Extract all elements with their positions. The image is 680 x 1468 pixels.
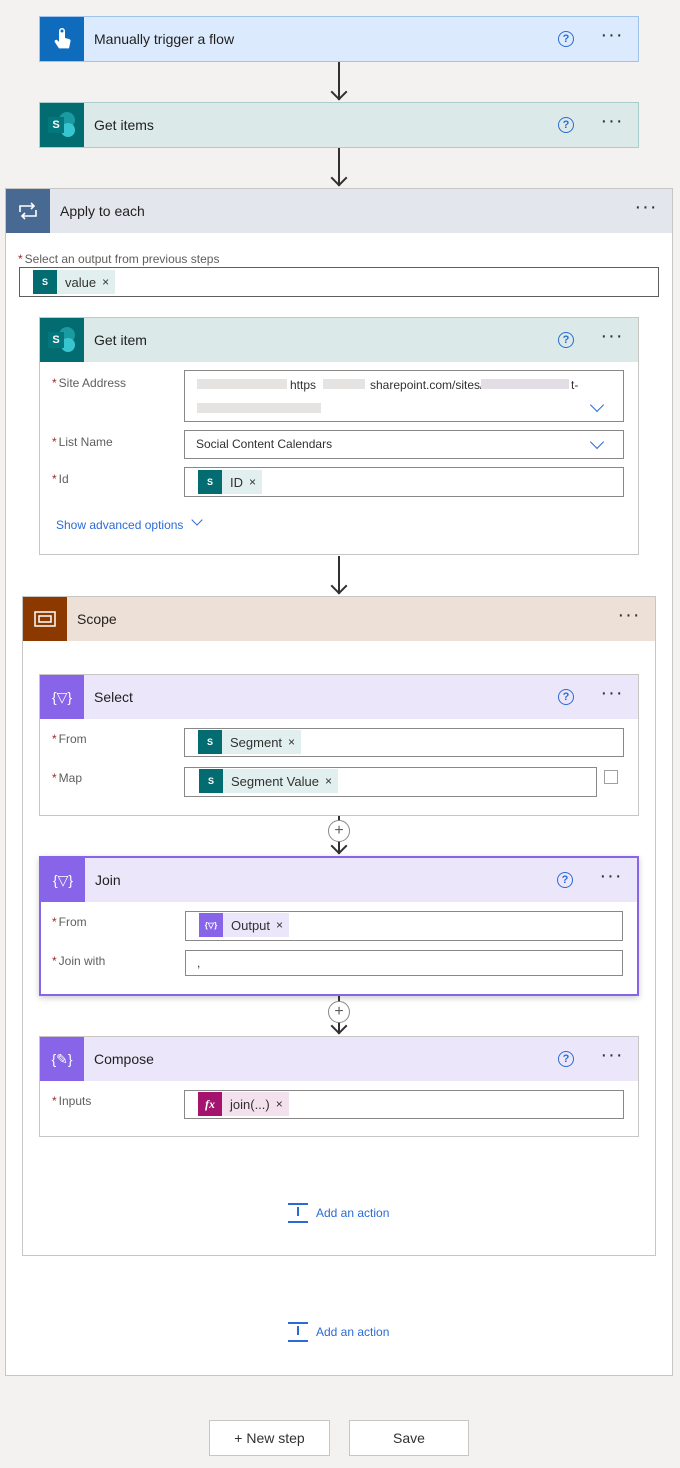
scope-title: Scope [77, 611, 117, 627]
remove-token-icon[interactable]: × [249, 475, 256, 489]
data-operation-icon: {▽} [40, 675, 84, 719]
get-items-card[interactable]: S Get items ? ··· [39, 102, 639, 148]
sharepoint-icon: S [198, 730, 222, 754]
segment-value-token[interactable]: S Segment Value × [199, 769, 338, 793]
site-value-a: https [290, 378, 317, 392]
output-token[interactable]: {▽} Output × [199, 913, 290, 937]
select-output-label: * Select an output from previous steps [18, 252, 220, 266]
new-step-button[interactable]: + New step [209, 1420, 330, 1456]
more-options-icon[interactable]: ··· [593, 866, 629, 889]
list-name-value: Social Content Calendars [196, 437, 333, 451]
redacted-text [323, 379, 365, 389]
output-token-label: Output [231, 917, 271, 933]
more-options-icon[interactable]: ··· [594, 326, 630, 349]
more-options-icon[interactable]: ··· [594, 1045, 630, 1068]
arrow-head-icon [330, 169, 348, 187]
join-title: Join [95, 872, 121, 888]
switch-map-mode-icon[interactable] [604, 770, 618, 784]
apply-to-each-title: Apply to each [60, 203, 145, 219]
more-options-icon[interactable]: ··· [611, 605, 647, 628]
sharepoint-icon: S [199, 769, 223, 793]
join-with-field[interactable] [185, 950, 623, 976]
add-action-icon [288, 1203, 308, 1223]
help-icon[interactable]: ? [558, 117, 574, 133]
get-item-title: Get item [94, 332, 147, 348]
id-token[interactable]: S ID × [198, 470, 263, 494]
compose-icon: {✎} [40, 1037, 84, 1081]
remove-token-icon[interactable]: × [325, 774, 332, 788]
segment-token[interactable]: S Segment × [198, 730, 302, 754]
sharepoint-icon: S [40, 318, 84, 362]
add-action-button[interactable]: Add an action [288, 1203, 389, 1223]
expression-token-label: join(...) [230, 1096, 270, 1112]
redacted-text [481, 379, 569, 389]
help-icon[interactable]: ? [558, 332, 574, 348]
value-token[interactable]: S value × [33, 270, 116, 294]
more-options-icon[interactable]: ··· [594, 25, 630, 48]
add-action-label: Add an action [316, 1325, 390, 1339]
segment-value-token-label: Segment Value [231, 773, 319, 789]
function-icon: fx [198, 1092, 222, 1116]
more-options-icon[interactable]: ··· [594, 683, 630, 706]
expression-token[interactable]: fx join(...) × [198, 1092, 289, 1116]
remove-token-icon[interactable]: × [102, 275, 109, 289]
compose-title: Compose [94, 1051, 154, 1067]
id-token-label: ID [230, 474, 243, 490]
more-options-icon[interactable]: ··· [594, 111, 630, 134]
add-action-button[interactable]: Add an action [288, 1322, 389, 1342]
add-action-icon [288, 1322, 308, 1342]
data-operation-icon: {▽} [41, 858, 85, 902]
compose-inputs-label: * Inputs [52, 1094, 92, 1108]
sharepoint-icon: S [40, 103, 84, 147]
value-token-label: value [65, 274, 97, 290]
site-value-c: t- [571, 378, 579, 392]
id-label: * Id [52, 472, 69, 486]
help-icon[interactable]: ? [558, 1051, 574, 1067]
arrow-head-icon [330, 83, 348, 101]
redacted-text [197, 379, 287, 389]
save-button[interactable]: Save [349, 1420, 469, 1456]
redacted-text [197, 403, 321, 413]
add-action-label: Add an action [316, 1206, 390, 1220]
trigger-title: Manually trigger a flow [94, 31, 235, 47]
list-name-label: * List Name [52, 435, 113, 449]
get-items-title: Get items [94, 117, 154, 133]
compose-card: {✎} Compose ? ··· [39, 1036, 639, 1137]
site-address-label: * Site Address [52, 376, 127, 390]
remove-token-icon[interactable]: × [276, 918, 283, 932]
sharepoint-icon: S [198, 470, 222, 494]
more-options-icon[interactable]: ··· [628, 197, 664, 220]
site-value-b: sharepoint.com/sites/ [370, 378, 484, 392]
join-from-label: * From [52, 915, 87, 929]
segment-token-label: Segment [230, 734, 283, 750]
data-operation-icon: {▽} [199, 913, 223, 937]
help-icon[interactable]: ? [558, 31, 574, 47]
remove-token-icon[interactable]: × [288, 735, 295, 749]
scope-icon [23, 597, 67, 641]
join-with-value: , [197, 956, 201, 970]
help-icon[interactable]: ? [557, 872, 573, 888]
select-from-label: * From [52, 732, 87, 746]
select-map-label: * Map [52, 771, 83, 785]
help-icon[interactable]: ? [558, 689, 574, 705]
select-title: Select [94, 689, 133, 705]
insert-step-icon[interactable]: + [328, 1001, 350, 1023]
loop-icon [6, 189, 50, 233]
join-with-label: * Join with [52, 954, 106, 968]
remove-token-icon[interactable]: × [276, 1097, 283, 1111]
show-advanced-options-link[interactable]: Show advanced options [56, 518, 183, 532]
insert-step-icon[interactable]: + [328, 820, 350, 842]
sharepoint-icon: S [33, 270, 57, 294]
touch-trigger-icon [40, 17, 84, 61]
trigger-card[interactable]: Manually trigger a flow ? ··· [39, 16, 639, 62]
